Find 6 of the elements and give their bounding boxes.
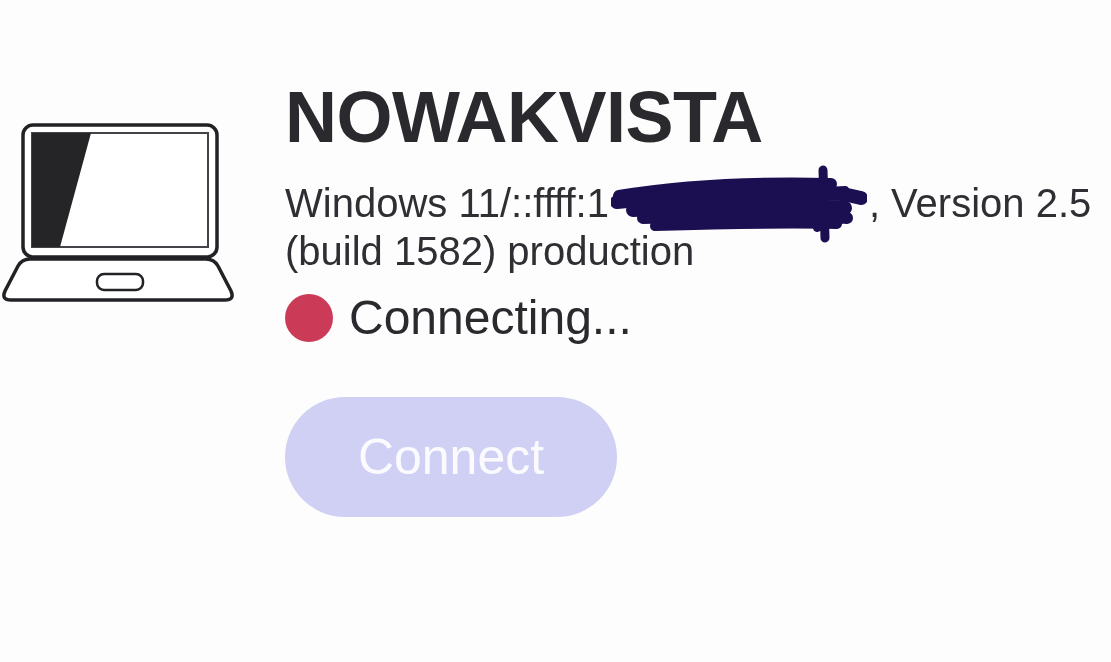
device-info-text: Windows 11/::ffff:1 (285, 180, 609, 227)
device-info-text: (build 1582) production (285, 228, 695, 275)
device-info-text: , Version 2.5 (868, 180, 1092, 227)
status-text: Connecting... (349, 293, 632, 343)
laptop-icon (0, 120, 236, 304)
device-name: NOWAKVISTA (285, 76, 763, 159)
